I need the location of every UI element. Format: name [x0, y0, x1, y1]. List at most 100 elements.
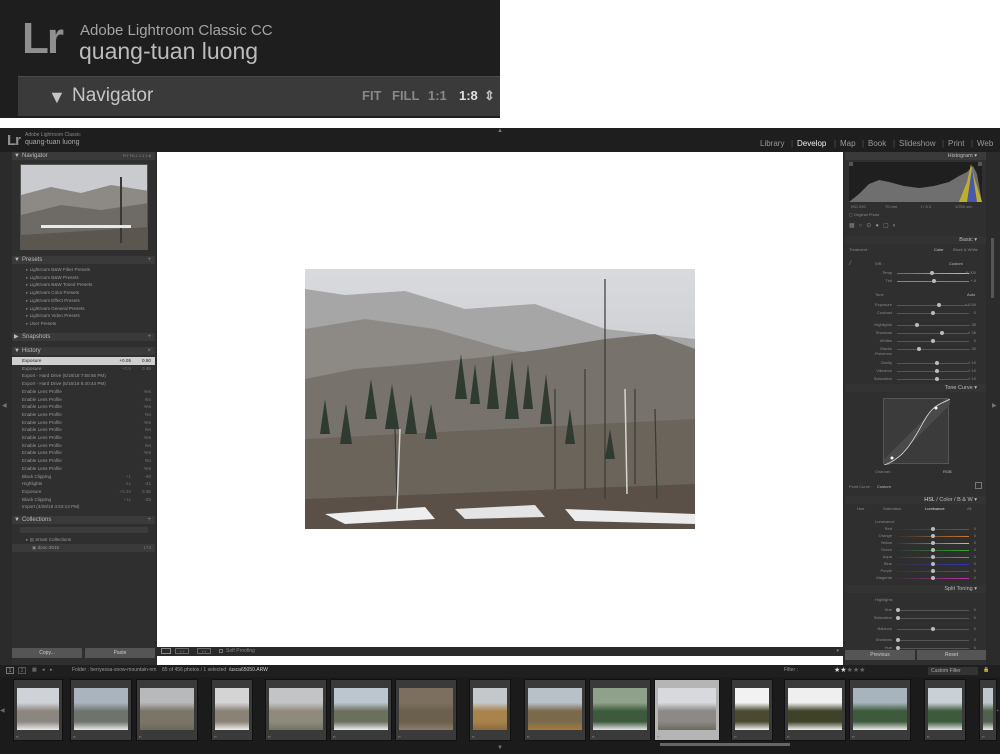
slider-knob[interactable] — [931, 548, 935, 552]
develop-tool-strip[interactable]: ▦○⊙●▢◐ — [849, 222, 982, 230]
slider-value[interactable]: + 26 — [968, 330, 976, 335]
slider-knob[interactable] — [896, 608, 901, 612]
adjustment-slider[interactable]: Yellow 0 — [859, 540, 976, 547]
slider-knob[interactable] — [931, 562, 935, 566]
history-step[interactable]: Enable Lens Profile No — [12, 457, 155, 465]
wb-select[interactable]: Custom — [949, 261, 963, 266]
slider-value[interactable]: 0 — [974, 568, 976, 573]
slider-value[interactable]: 0 — [974, 526, 976, 531]
history-step[interactable]: Exposure +0.05 0.50 — [12, 357, 155, 365]
slider-value[interactable]: + 0.50 — [965, 302, 976, 307]
adjustment-slider[interactable]: Red 0 — [859, 526, 976, 533]
preset-folder-item[interactable]: ▸ Lightroom General Presets — [12, 305, 155, 313]
history-step[interactable]: Highlights -41 -41 — [12, 480, 155, 488]
filter-lock-icon[interactable]: 🔒 — [983, 667, 989, 673]
basic-header[interactable]: Basic ▾ — [845, 236, 986, 244]
adjustment-slider[interactable]: Green 0 — [859, 547, 976, 554]
adjustment-slider[interactable]: Whites 0 — [859, 338, 976, 345]
collection-smart-collections[interactable]: ▸ ▤ Smart Collections — [12, 536, 155, 544]
folder-source[interactable]: Folder : berryessa-snow-mountain-nm — [72, 667, 156, 673]
history-step[interactable]: Enable Lens Profile Yes — [12, 449, 155, 457]
adjustment-slider[interactable]: Saturation + 10 — [859, 376, 976, 383]
hsl-tab-all[interactable]: All — [967, 506, 971, 511]
slider-knob[interactable] — [931, 339, 935, 343]
navigator-preview[interactable] — [20, 164, 148, 250]
before-after-icon[interactable]: YY — [175, 648, 189, 654]
collapse-triangle-icon[interactable]: ▼ — [48, 87, 66, 108]
adjustment-slider[interactable]: Exposure + 0.50 — [859, 302, 976, 309]
slider-knob[interactable] — [931, 555, 935, 559]
slider-track[interactable] — [897, 363, 969, 364]
page-1-indicator[interactable]: 1 — [6, 667, 14, 674]
adjustment-slider[interactable]: Balance 0 — [859, 626, 976, 633]
adjustment-slider[interactable]: Purple 0 — [859, 568, 976, 575]
custom-filter-select[interactable]: Custom Filter — [928, 667, 978, 675]
slider-knob[interactable] — [932, 279, 937, 283]
history-step[interactable]: Enable Lens Profile Yes — [12, 388, 155, 396]
slider-knob[interactable] — [896, 616, 901, 620]
slider-knob[interactable] — [931, 541, 935, 545]
filmstrip-thumbnail[interactable]: ▪▪ — [589, 679, 651, 741]
history-step[interactable]: Enable Lens Profile Yes — [12, 419, 155, 427]
history-step[interactable]: Enable Lens Profile Yes — [12, 434, 155, 442]
slider-track[interactable] — [897, 379, 969, 380]
slider-track[interactable] — [897, 333, 969, 334]
adjustment-slider[interactable]: Blacks - 40 — [859, 346, 976, 353]
nav-back-icon[interactable]: ◂ — [42, 667, 45, 673]
filmstrip-thumbnail[interactable]: ▪▪ — [330, 679, 392, 741]
history-step[interactable]: Black Clipping +11 -33 — [12, 496, 155, 504]
preset-folder-item[interactable]: ▸ Lightroom B&W Filter Presets — [12, 266, 155, 274]
slider-value[interactable]: 0 — [974, 615, 976, 620]
history-step[interactable]: Export - Hard Drive (5/15/18 8:40:43 PM) — [12, 380, 155, 388]
paste-button[interactable]: Paste — [85, 648, 155, 658]
hsl-tab-luminance[interactable]: Luminance — [925, 506, 945, 511]
slider-value[interactable]: 0 — [974, 626, 976, 631]
slider-track[interactable] — [897, 610, 969, 611]
add-snapshot-icon[interactable]: + — [147, 333, 151, 341]
adjustment-slider[interactable]: Saturation 0 — [859, 615, 976, 622]
slider-knob[interactable] — [940, 331, 945, 335]
slider-value[interactable]: - 45 — [969, 322, 976, 327]
zoom-fill-button[interactable]: FILL — [392, 88, 419, 103]
history-step[interactable]: Enable Lens Profile No — [12, 442, 155, 450]
slider-value[interactable]: 0 — [974, 637, 976, 642]
filmstrip-thumbnail[interactable]: ▪▪ — [654, 679, 720, 741]
slider-value[interactable]: 0 — [974, 575, 976, 580]
slider-value[interactable]: 0 — [974, 645, 976, 650]
slider-knob[interactable] — [916, 347, 921, 351]
preset-folder-item[interactable]: ▸ Lightroom Video Presets — [12, 312, 155, 320]
filmstrip-thumbnail[interactable]: ▪▪ — [849, 679, 911, 741]
module-slideshow[interactable]: Slideshow — [899, 139, 935, 148]
adjustment-slider[interactable]: Shadows 0 — [859, 637, 976, 644]
filmstrip-thumbnail[interactable]: ▪▪ — [924, 679, 966, 741]
adjustment-slider[interactable]: Orange 0 — [859, 533, 976, 540]
adjustment-slider[interactable]: Blue 0 — [859, 561, 976, 568]
navigator-header[interactable]: ▼ Navigator FIT FILL 1:1 1:8 — [12, 152, 155, 160]
history-step[interactable]: Enable Lens Profile No — [12, 396, 155, 404]
slider-value[interactable]: + 10 — [968, 376, 976, 381]
adjustment-slider[interactable]: Temp 5,000 — [859, 270, 976, 277]
main-photo[interactable] — [305, 269, 695, 529]
slider-knob[interactable] — [931, 534, 935, 538]
histogram-header[interactable]: Histogram ▾ — [845, 152, 986, 160]
soft-proofing-checkbox[interactable] — [219, 649, 223, 653]
right-panel-scrollbar[interactable] — [991, 238, 994, 298]
slider-value[interactable]: 0 — [974, 547, 976, 552]
slider-value[interactable]: + 8 — [970, 278, 976, 283]
adjustment-slider[interactable]: Hue 0 — [859, 607, 976, 614]
original-photo-checkbox[interactable]: ▢ Original Photo — [849, 212, 879, 217]
slider-knob[interactable] — [931, 569, 935, 573]
slider-knob[interactable] — [929, 271, 934, 275]
grid-view-icon[interactable]: ▦ — [32, 667, 37, 673]
split-toning-header[interactable]: Split Toning ▾ — [845, 585, 986, 593]
history-step[interactable]: Black Clipping +1 -40 — [12, 473, 155, 481]
module-print[interactable]: Print — [948, 139, 964, 148]
slider-track[interactable] — [897, 648, 969, 649]
slider-knob[interactable] — [934, 369, 939, 373]
channel-select[interactable]: RGB — [943, 469, 952, 474]
preset-folder-item[interactable]: ▸ Lightroom B&W Presets — [12, 274, 155, 282]
slider-track[interactable] — [897, 325, 969, 326]
collapse-top-arrow-icon[interactable]: ▲ — [497, 128, 503, 134]
copy-button[interactable]: Copy... — [12, 648, 82, 658]
history-step[interactable]: Import (4/28/18 4:53:13 PM) — [12, 503, 155, 511]
